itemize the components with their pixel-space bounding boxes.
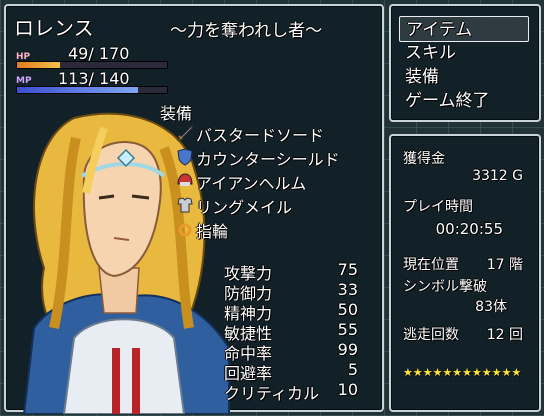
playtime-value: 00:20:55 [435,220,503,238]
stat-value: 5 [347,360,358,379]
symbol-defeat-label: シンボル撃破 [403,279,487,295]
menu-item-skill[interactable]: スキル [399,40,529,66]
hp-gauge-fill [17,62,61,68]
equipment-header: 装備 [160,104,193,123]
info-window: 獲得金 3312 G プレイ時間 00:20:55 現在位置 17 階 シンボル… [389,134,541,412]
command-menu: アイテム スキル 装備 ゲーム終了 [389,4,541,122]
mp-tag: MP [16,76,32,86]
menu-item-quit[interactable]: ゲーム終了 [399,88,529,114]
floor-value: 17 階 [486,257,523,273]
equipment-label: カウンターシールド [196,150,340,169]
equipment-label: バスタードソード [196,126,325,145]
sword-icon [176,124,193,141]
stat-name: クリティカル [224,384,320,403]
equipment-label: アイアンヘルム [196,174,307,193]
stat-value: 33 [337,280,358,299]
hp-gauge [16,61,168,69]
stat-value: 55 [337,320,358,339]
menu-item-item[interactable]: アイテム [399,16,529,42]
symbol-defeat-value: 83体 [475,299,507,315]
floor-label: 現在位置 [403,257,459,273]
ring-icon [178,223,192,237]
menu-item-equip[interactable]: 装備 [399,64,529,90]
shield-icon [177,148,193,166]
helmet-icon [177,173,193,186]
equipment-label: リングメイル [196,198,293,217]
stat-value: 75 [337,260,358,279]
equipment-label: 指輪 [196,222,229,241]
mp-gauge-fill [17,87,139,93]
gold-value: 3312 G [472,168,523,184]
status-window: ロレンス ～力を奪われし者～ HP 49/ 170 MP 113/ 140 装備… [4,4,384,414]
stat-value: 10 [337,380,358,399]
playtime-label: プレイ時間 [403,199,473,215]
mp-gauge [16,86,168,94]
stat-value: 99 [337,340,358,359]
character-title: ～力を奪われし者～ [170,21,323,41]
stat-value: 50 [337,300,358,319]
escape-label: 逃走回数 [403,327,459,343]
chainmail-icon [177,197,193,213]
character-name: ロレンス [14,16,94,40]
gold-label: 獲得金 [403,151,445,167]
stars-rating: ★★★★★★★★★★★★ [403,366,522,379]
escape-value: 12 回 [486,327,523,343]
